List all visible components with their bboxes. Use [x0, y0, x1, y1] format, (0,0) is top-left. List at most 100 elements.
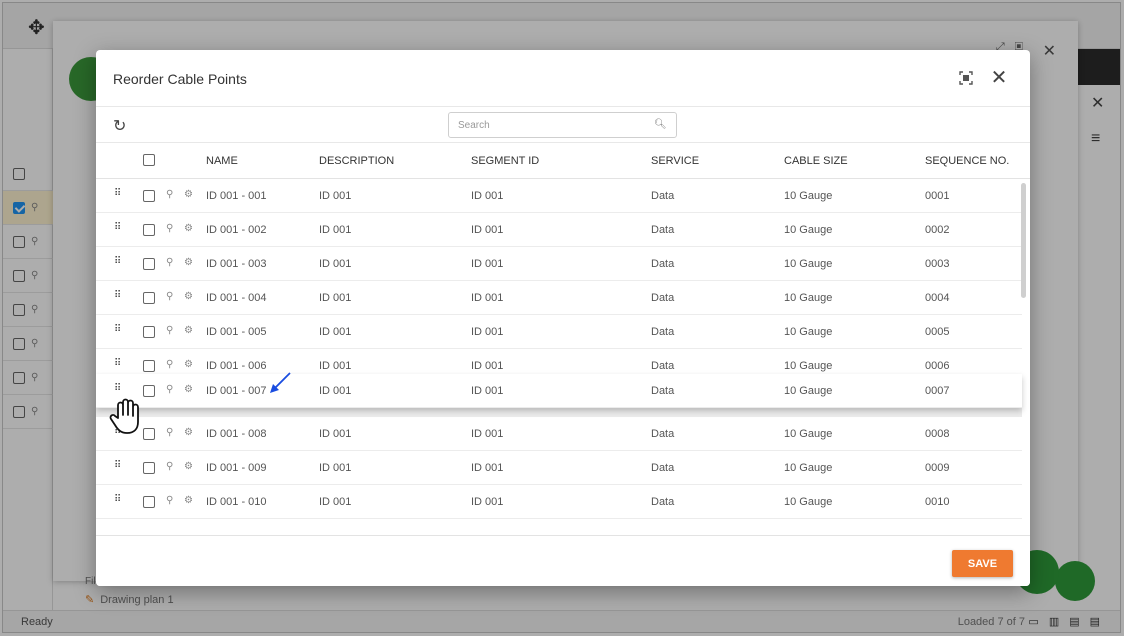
table-row-dragging[interactable]: ⠿ ⚲ ⚙ ID 001 - 007 ID 001 ID 001 Data 10 Gauge 0… — [96, 374, 1022, 408]
gear-icon[interactable]: ⚙ — [184, 495, 193, 506]
column-header-segment-id[interactable]: SEGMENT ID — [471, 155, 539, 167]
cell-cable-size: 10 Gauge — [784, 190, 833, 202]
cell-cable-size: 10 Gauge — [784, 224, 833, 236]
location-pin-icon[interactable]: ⚲ — [166, 461, 173, 472]
refresh-icon[interactable]: ↻ — [113, 116, 126, 136]
cell-service: Data — [651, 292, 675, 304]
drag-handle-icon[interactable]: ⠿ — [114, 383, 121, 394]
table-header: NAME DESCRIPTION SEGMENT ID SERVICE CABL… — [96, 143, 1030, 179]
gear-icon[interactable]: ⚙ — [184, 325, 193, 336]
drag-handle-icon[interactable]: ⠿ — [114, 188, 121, 199]
cell-segment-id: ID 001 — [471, 224, 504, 236]
location-pin-icon[interactable]: ⚲ — [166, 257, 173, 268]
cell-description: ID 001 — [319, 292, 352, 304]
location-pin-icon[interactable]: ⚲ — [166, 495, 173, 506]
table-row[interactable]: ⠿ ⚲ ⚙ ID 001 - 009 ID 001 ID 001 Data 10 Gauge 0… — [96, 451, 1022, 485]
move-cursor-icon: ✥ — [28, 17, 45, 39]
scrollbar[interactable] — [1021, 183, 1026, 298]
drag-handle-icon[interactable]: ⠿ — [114, 324, 121, 335]
location-pin-icon[interactable]: ⚲ — [166, 384, 173, 395]
gear-icon[interactable]: ⚙ — [184, 427, 193, 438]
cell-segment-id: ID 001 — [471, 496, 504, 508]
gear-icon[interactable]: ⚙ — [184, 384, 193, 395]
cell-cable-size: 10 Gauge — [784, 258, 833, 270]
table-body: ⠿ ⚲ ⚙ ID 001 - 001 ID 001 ID 001 Data 10 Gauge 0… — [96, 179, 1030, 535]
cell-sequence-no: 0009 — [925, 462, 950, 474]
drag-handle-icon[interactable]: ⠿ — [114, 460, 121, 471]
dialog-footer: SAVE — [96, 535, 1030, 586]
maximize-icon[interactable] — [958, 70, 974, 86]
column-header-sequence-no[interactable]: SEQUENCE NO. — [925, 155, 1009, 167]
row-checkbox[interactable] — [143, 258, 155, 270]
cell-name: ID 001 - 002 — [206, 224, 267, 236]
cell-segment-id: ID 001 — [471, 360, 504, 372]
cell-service: Data — [651, 360, 675, 372]
column-header-name[interactable]: NAME — [206, 155, 238, 167]
pointer-arrow-icon — [270, 372, 291, 393]
table-row[interactable]: ⠿ ⚲ ⚙ ID 001 - 010 ID 001 ID 001 Data 10 Gauge 0… — [96, 485, 1022, 519]
cell-description: ID 001 — [319, 258, 352, 270]
cell-service: Data — [651, 326, 675, 338]
cell-name: ID 001 - 008 — [206, 428, 267, 440]
cell-service: Data — [651, 496, 675, 508]
gear-icon[interactable]: ⚙ — [184, 291, 193, 302]
cell-description: ID 001 — [319, 190, 352, 202]
cell-cable-size: 10 Gauge — [784, 496, 833, 508]
cell-segment-id: ID 001 — [471, 292, 504, 304]
table-row[interactable]: ⠿ ⚲ ⚙ ID 001 - 004 ID 001 ID 001 Data 10 Gauge 0… — [96, 281, 1022, 315]
location-pin-icon[interactable]: ⚲ — [166, 359, 173, 370]
row-checkbox[interactable] — [143, 326, 155, 338]
cell-service: Data — [651, 258, 675, 270]
close-icon[interactable]: ✕ — [988, 67, 1010, 89]
drag-handle-icon[interactable]: ⠿ — [114, 358, 121, 369]
cell-name: ID 001 - 007 — [206, 385, 267, 397]
search-input[interactable] — [448, 112, 677, 138]
cell-description: ID 001 — [319, 462, 352, 474]
cell-name: ID 001 - 001 — [206, 190, 267, 202]
cell-cable-size: 10 Gauge — [784, 428, 833, 440]
table-row[interactable]: ⠿ ⚲ ⚙ ID 001 - 008 ID 001 ID 001 Data 10 Gauge 0… — [96, 417, 1022, 451]
location-pin-icon[interactable]: ⚲ — [166, 291, 173, 302]
dialog-header: Reorder Cable Points ✕ — [96, 50, 1030, 107]
drag-handle-icon[interactable]: ⠿ — [114, 290, 121, 301]
table-row[interactable]: ⠿ ⚲ ⚙ ID 001 - 001 ID 001 ID 001 Data 10 Gauge 0… — [96, 179, 1022, 213]
location-pin-icon[interactable]: ⚲ — [166, 223, 173, 234]
gear-icon[interactable]: ⚙ — [184, 359, 193, 370]
cell-description: ID 001 — [319, 360, 352, 372]
location-pin-icon[interactable]: ⚲ — [166, 427, 173, 438]
cell-sequence-no: 0010 — [925, 496, 950, 508]
cell-segment-id: ID 001 — [471, 428, 504, 440]
location-pin-icon[interactable]: ⚲ — [166, 189, 173, 200]
row-checkbox[interactable] — [143, 360, 155, 372]
row-checkbox[interactable] — [143, 224, 155, 236]
table-row[interactable]: ⠿ ⚲ ⚙ ID 001 - 005 ID 001 ID 001 Data 10 Gauge 0… — [96, 315, 1022, 349]
location-pin-icon[interactable]: ⚲ — [166, 325, 173, 336]
row-checkbox[interactable] — [143, 190, 155, 202]
cell-segment-id: ID 001 — [471, 258, 504, 270]
cell-description: ID 001 — [319, 224, 352, 236]
column-header-description[interactable]: DESCRIPTION — [319, 155, 394, 167]
gear-icon[interactable]: ⚙ — [184, 257, 193, 268]
table-row[interactable]: ⠿ ⚲ ⚙ ID 001 - 002 ID 001 ID 001 Data 10 Gauge 0… — [96, 213, 1022, 247]
search-icon[interactable]: 🔍︎ — [654, 119, 667, 130]
table-row[interactable]: ⠿ ⚲ ⚙ ID 001 - 003 ID 001 ID 001 Data 10 Gauge 0… — [96, 247, 1022, 281]
drag-handle-icon[interactable]: ⠿ — [114, 222, 121, 233]
select-all-checkbox[interactable] — [143, 154, 155, 166]
row-checkbox[interactable] — [143, 462, 155, 474]
reorder-dialog: Reorder Cable Points ✕ ↻ 🔍︎ NAME DESCRIP… — [96, 50, 1030, 586]
cell-cable-size: 10 Gauge — [784, 462, 833, 474]
cell-service: Data — [651, 428, 675, 440]
drag-handle-icon[interactable]: ⠿ — [114, 256, 121, 267]
gear-icon[interactable]: ⚙ — [184, 461, 193, 472]
row-checkbox[interactable] — [143, 292, 155, 304]
cell-name: ID 001 - 006 — [206, 360, 267, 372]
column-header-service[interactable]: SERVICE — [651, 155, 699, 167]
column-header-cable-size[interactable]: CABLE SIZE — [784, 155, 848, 167]
cell-service: Data — [651, 385, 675, 397]
drag-handle-icon[interactable]: ⠿ — [114, 494, 121, 505]
save-button[interactable]: SAVE — [952, 550, 1013, 577]
row-checkbox[interactable] — [143, 496, 155, 508]
cell-sequence-no: 0004 — [925, 292, 950, 304]
gear-icon[interactable]: ⚙ — [184, 189, 193, 200]
gear-icon[interactable]: ⚙ — [184, 223, 193, 234]
